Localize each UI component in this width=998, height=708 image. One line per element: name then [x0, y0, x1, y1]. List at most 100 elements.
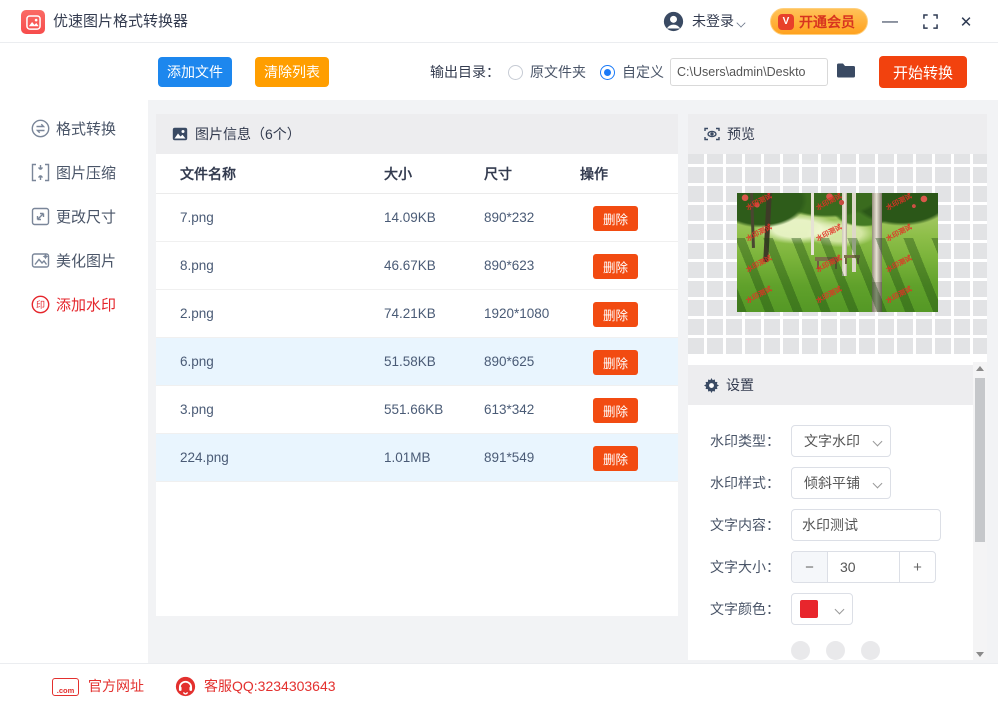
text-color-picker[interactable]: [791, 593, 853, 625]
preview-eye-icon: [704, 127, 720, 141]
delete-button[interactable]: 删除: [593, 302, 638, 327]
transparency-checkerboard: 水印测试水印测试水印测试水印测试水印测试水印测试水印测试水印测试水印测试水印测试…: [688, 154, 987, 354]
open-vip-button[interactable]: V 开通会员: [770, 8, 868, 35]
close-button[interactable]: ✕: [950, 0, 982, 43]
app-title: 优速图片格式转换器: [53, 0, 188, 43]
column-header-size: 大小: [384, 154, 412, 194]
file-size: 51.58KB: [384, 338, 436, 386]
delete-button[interactable]: 删除: [593, 446, 638, 471]
file-list-title: 图片信息（6个）: [195, 124, 301, 144]
file-size: 14.09KB: [384, 194, 436, 242]
app-window: 优速图片格式转换器 未登录 V 开通会员 — ✕ 格式转换图片压缩更改尺寸美化图…: [0, 0, 998, 708]
radio-original-folder-label[interactable]: 原文件夹: [530, 44, 586, 100]
file-dims: 890*623: [484, 242, 534, 290]
file-name: 7.png: [180, 194, 214, 242]
file-list-panel: 图片信息（6个） 文件名称 大小 尺寸 操作 7.png 14.09KB 890*2…: [156, 114, 678, 616]
toolbar: 添加文件 清除列表 输出目录： 原文件夹 自定义 开始转换: [148, 44, 998, 100]
output-dir-label: 输出目录：: [430, 44, 500, 100]
app-logo-icon: [21, 10, 45, 34]
settings-title: 设置: [726, 375, 754, 395]
scrollbar-thumb[interactable]: [975, 378, 985, 542]
output-path-input[interactable]: [670, 58, 828, 86]
browse-folder-icon[interactable]: [836, 63, 856, 79]
delete-button[interactable]: 删除: [593, 206, 638, 231]
maximize-button[interactable]: [914, 0, 946, 43]
minimize-button[interactable]: —: [874, 0, 906, 43]
watermark-type-select[interactable]: 文字水印: [791, 425, 891, 457]
scroll-up-arrow[interactable]: [973, 362, 987, 374]
sidebar-item-format-convert[interactable]: 格式转换: [0, 110, 148, 146]
user-avatar-icon[interactable]: [663, 11, 684, 32]
color-swatch: [800, 600, 818, 618]
chevron-down-icon: [835, 605, 845, 615]
text-size-stepper: − 30 +: [791, 551, 936, 583]
image-compress-icon: [31, 163, 50, 182]
gear-icon: [704, 378, 719, 393]
sidebar-item-image-compress[interactable]: 图片压缩: [0, 154, 148, 190]
text-size-value[interactable]: 30: [828, 552, 899, 582]
status-bar: .com 官方网址 客服QQ:3234303643 版本：v1.0.7: [0, 663, 998, 708]
file-dims: 891*549: [484, 434, 534, 482]
table-header-row: 文件名称 大小 尺寸 操作: [156, 154, 678, 194]
radio-custom-label[interactable]: 自定义: [622, 44, 664, 100]
file-name: 3.png: [180, 386, 214, 434]
resize-icon: [31, 207, 50, 226]
preview-settings-panel: 预览 水印测试水印测试水印测试水印测试水印测试水印测试水印测试水印测试水印测试水…: [688, 114, 987, 660]
preview-header: 预览: [688, 114, 987, 154]
decrease-size-button[interactable]: −: [792, 552, 828, 582]
text-color-label: 文字颜色：: [692, 593, 780, 625]
preview-image: 水印测试水印测试水印测试水印测试水印测试水印测试水印测试水印测试水印测试水印测试…: [737, 193, 938, 312]
table-row[interactable]: 3.png551.66KB613*342删除: [156, 386, 678, 434]
login-status[interactable]: 未登录: [692, 0, 734, 43]
watermark-icon: 印: [31, 295, 50, 314]
file-dims: 890*625: [484, 338, 534, 386]
watermark-style-label: 水印样式：: [692, 467, 780, 499]
radio-original-folder[interactable]: [508, 65, 523, 80]
delete-button[interactable]: 删除: [593, 254, 638, 279]
file-name: 6.png: [180, 338, 214, 386]
file-list-header: 图片信息（6个）: [156, 114, 678, 154]
column-header-name: 文件名称: [180, 154, 236, 194]
customer-service-qq[interactable]: 客服QQ:3234303643: [204, 664, 336, 708]
add-files-button[interactable]: 添加文件: [158, 57, 232, 87]
watermark-text-input[interactable]: [791, 509, 941, 541]
sidebar-item-resize[interactable]: 更改尺寸: [0, 198, 148, 234]
table-row[interactable]: 8.png46.67KB890*623删除: [156, 242, 678, 290]
format-convert-icon: [31, 119, 50, 138]
delete-button[interactable]: 删除: [593, 398, 638, 423]
watermark-style-select[interactable]: 倾斜平铺: [791, 467, 891, 499]
clear-list-button[interactable]: 清除列表: [255, 57, 329, 87]
watermark-type-label: 水印类型：: [692, 425, 780, 457]
table-row[interactable]: 7.png 14.09KB 890*232 删除: [156, 194, 678, 242]
vip-badge-icon: V: [778, 14, 794, 30]
increase-size-button[interactable]: +: [899, 552, 935, 582]
settings-scrollbar[interactable]: [973, 362, 987, 660]
start-convert-button[interactable]: 开始转换: [879, 56, 967, 88]
table-row[interactable]: 6.png 51.58KB 890*625 删除: [156, 338, 678, 386]
preview-title: 预览: [727, 124, 755, 144]
column-header-dims: 尺寸: [484, 154, 512, 194]
title-bar: 优速图片格式转换器 未登录 V 开通会员 — ✕: [0, 0, 998, 43]
image-info-icon: [172, 127, 188, 141]
file-size: 46.67KB: [384, 242, 436, 290]
text-content-label: 文字内容：: [692, 509, 780, 541]
scroll-down-arrow[interactable]: [973, 648, 987, 660]
website-icon[interactable]: .com: [52, 678, 79, 696]
position-option[interactable]: [826, 641, 845, 660]
official-website-link[interactable]: 官方网址: [88, 664, 144, 708]
table-row[interactable]: 2.png74.21KB1920*1080删除: [156, 290, 678, 338]
file-name: 2.png: [180, 290, 214, 338]
customer-service-icon: [175, 676, 196, 697]
delete-button[interactable]: 删除: [593, 350, 638, 375]
chevron-down-icon: [873, 437, 883, 447]
sidebar-item-watermark[interactable]: 印添加水印: [0, 286, 148, 322]
table-row[interactable]: 224.png1.01MB891*549删除: [156, 434, 678, 482]
file-dims: 890*232: [484, 194, 534, 242]
login-chevron-down-icon[interactable]: [736, 18, 745, 27]
position-option[interactable]: [791, 641, 810, 660]
position-option[interactable]: [861, 641, 880, 660]
radio-custom[interactable]: [600, 65, 615, 80]
file-size: 74.21KB: [384, 290, 436, 338]
sidebar-item-beautify[interactable]: 美化图片: [0, 242, 148, 278]
settings-header: 设置: [688, 365, 987, 405]
